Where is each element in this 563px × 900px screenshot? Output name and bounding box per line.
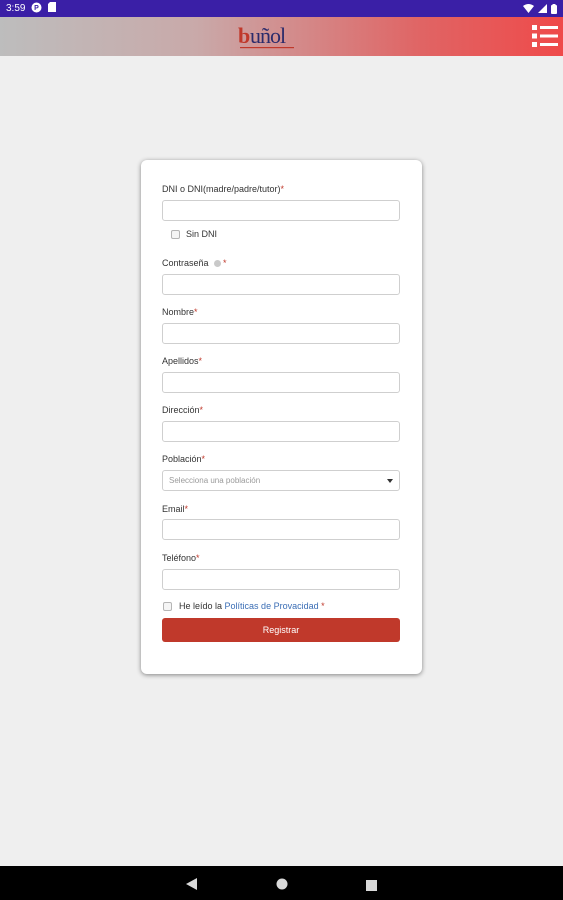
menu-list-icon[interactable] bbox=[532, 24, 558, 48]
surname-field[interactable] bbox=[162, 372, 400, 393]
password-field[interactable] bbox=[162, 274, 400, 295]
privacy-checkbox[interactable] bbox=[163, 602, 172, 611]
back-icon[interactable] bbox=[186, 877, 197, 895]
status-time: 3:59 bbox=[6, 3, 26, 14]
wifi-icon bbox=[523, 4, 534, 13]
caret-down-icon bbox=[387, 479, 393, 483]
sd-card-icon bbox=[48, 2, 57, 15]
no-dni-label: Sin DNI bbox=[186, 229, 218, 239]
status-bar: 3:59 P bbox=[0, 0, 563, 17]
phone-label: Teléfono* bbox=[162, 553, 200, 563]
recents-icon[interactable] bbox=[366, 878, 377, 896]
signal-icon bbox=[538, 4, 547, 13]
town-select[interactable]: Selecciona una población bbox=[162, 470, 400, 491]
no-dni-checkbox[interactable] bbox=[171, 230, 180, 239]
address-label: Dirección* bbox=[162, 405, 204, 415]
app-logo: b uñol bbox=[238, 21, 298, 51]
email-label: Email* bbox=[162, 504, 189, 514]
svg-text:uñol: uñol bbox=[250, 23, 286, 48]
info-icon[interactable] bbox=[213, 260, 221, 267]
phone-field[interactable] bbox=[162, 569, 400, 590]
navigation-bar bbox=[0, 866, 563, 900]
battery-icon bbox=[551, 3, 557, 14]
privacy-policy-link[interactable]: Políticas de Provacidad bbox=[225, 601, 319, 611]
dni-label: DNI o DNI(madre/padre/tutor)* bbox=[162, 184, 285, 194]
notification-app-icon: P bbox=[31, 2, 42, 16]
register-button[interactable]: Registrar bbox=[162, 618, 400, 642]
email-field[interactable] bbox=[162, 519, 400, 540]
home-icon[interactable] bbox=[276, 877, 288, 895]
svg-text:b: b bbox=[238, 23, 250, 48]
app-header: b uñol bbox=[0, 17, 563, 56]
town-select-value: Selecciona una población bbox=[169, 476, 261, 485]
svg-text:P: P bbox=[35, 5, 40, 12]
privacy-label: He leído la Políticas de Provacidad * bbox=[179, 601, 325, 611]
dni-field[interactable] bbox=[162, 200, 400, 221]
registration-form: DNI o DNI(madre/padre/tutor)* Sin DNI Co… bbox=[141, 160, 422, 674]
town-label: Población* bbox=[162, 454, 206, 464]
password-label: Contraseña * bbox=[162, 258, 227, 268]
surname-label: Apellidos* bbox=[162, 356, 203, 366]
name-label: Nombre* bbox=[162, 307, 198, 317]
name-field[interactable] bbox=[162, 323, 400, 344]
address-field[interactable] bbox=[162, 421, 400, 442]
